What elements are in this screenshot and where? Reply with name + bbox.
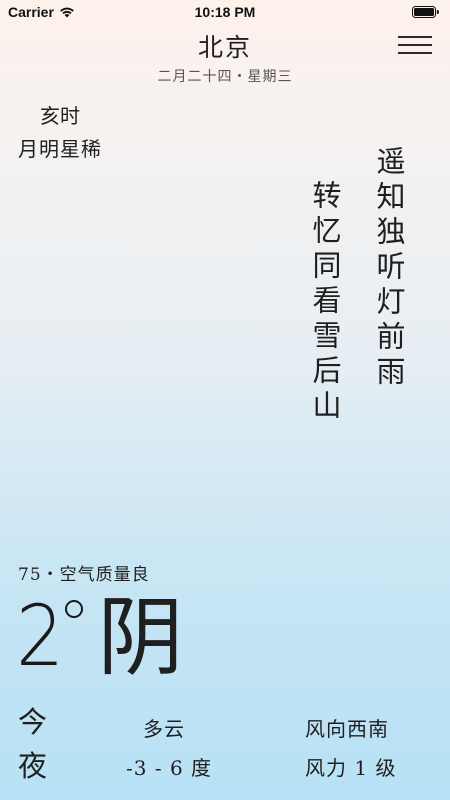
tonight-temperature-range: -3 - 6 度 [126, 756, 213, 780]
poem-line-1: 遥知独听灯前雨 [372, 146, 406, 391]
lunar-date: 二月二十四・星期三 [157, 69, 293, 85]
weather-condition: 阴 [97, 588, 184, 688]
menu-icon[interactable] [398, 34, 432, 56]
wind-direction: 风向西南 [305, 717, 389, 741]
wind-level: 风力 1 级 [305, 756, 397, 780]
time-period: 亥时 月明星稀 [18, 100, 128, 162]
period-name: 亥时 [40, 104, 80, 128]
city-title: 北京 [197, 33, 252, 62]
period-description: 月明星稀 [18, 137, 102, 161]
battery-icon [412, 6, 439, 18]
degree-icon [65, 600, 84, 618]
temperature-value: 2 [16, 587, 65, 685]
current-weather: 2 阴 [16, 590, 183, 686]
menu-line [398, 36, 432, 38]
poem-line-2: 转忆同看雪后山 [308, 180, 342, 425]
tonight-weather: 多云 [143, 717, 185, 741]
tonight-label: 今夜 [18, 705, 48, 783]
status-time: 10:18 PM [194, 4, 256, 20]
air-quality: 75・空气质量良 [18, 565, 150, 585]
status-bar: Carrier 10:18 PM [0, 0, 450, 24]
menu-line [398, 44, 432, 46]
menu-line [398, 52, 432, 54]
